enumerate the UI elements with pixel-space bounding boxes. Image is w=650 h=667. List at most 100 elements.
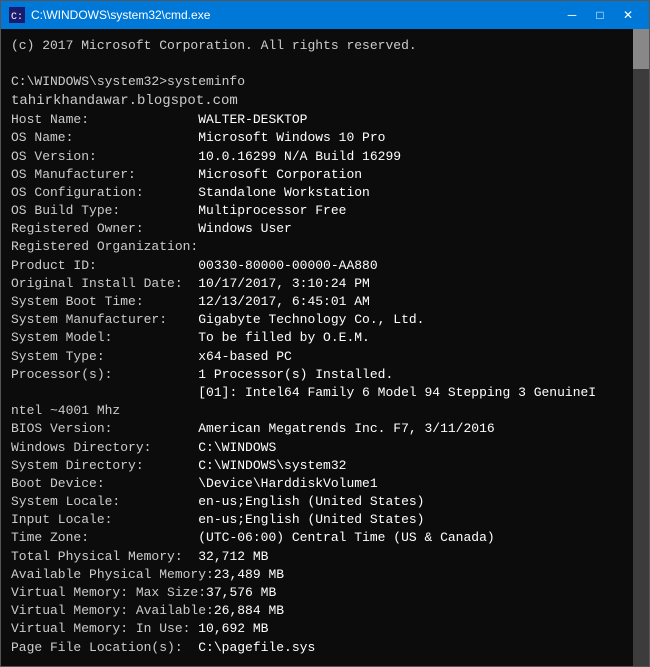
- info-label: Input Locale:: [11, 512, 198, 527]
- scrollbar[interactable]: [633, 29, 649, 666]
- watermark-text: tahirkhandawar.blogspot.com: [11, 93, 238, 109]
- info-label: Host Name:: [11, 112, 198, 127]
- info-value: Microsoft Corporation: [198, 167, 362, 182]
- info-label: Windows Directory:: [11, 440, 198, 455]
- info-value: 26,884 MB: [214, 603, 284, 618]
- info-label: System Type:: [11, 349, 198, 364]
- info-line: Registered Owner: Windows User: [11, 220, 623, 238]
- info-line: [01]: Intel64 Family 6 Model 94 Stepping…: [11, 384, 623, 402]
- info-value: 37,576 MB: [206, 585, 276, 600]
- info-label: Available Physical Memory:: [11, 567, 214, 582]
- svg-text:C:: C:: [11, 12, 23, 23]
- info-line: OS Configuration: Standalone Workstation: [11, 184, 623, 202]
- info-line: Virtual Memory: Available:26,884 MB: [11, 602, 623, 620]
- copyright-line: (c) 2017 Microsoft Corporation. All righ…: [11, 37, 623, 55]
- info-label: System Directory:: [11, 458, 198, 473]
- info-label: Virtual Memory: Max Size:: [11, 585, 206, 600]
- info-line: System Manufacturer: Gigabyte Technology…: [11, 311, 623, 329]
- cmd-icon: C:: [9, 7, 25, 23]
- info-value: en-us;English (United States): [198, 494, 424, 509]
- window-controls: ─ □ ✕: [559, 5, 641, 25]
- info-label: Page File Location(s):: [11, 640, 198, 655]
- info-line: System Locale: en-us;English (United Sta…: [11, 493, 623, 511]
- info-line: Page File Location(s): C:\pagefile.sys: [11, 639, 623, 657]
- info-label: Time Zone:: [11, 530, 198, 545]
- info-line: OS Build Type: Multiprocessor Free: [11, 202, 623, 220]
- prompt-line: C:\WINDOWS\system32>systeminfo: [11, 73, 623, 91]
- scrollbar-thumb[interactable]: [633, 29, 649, 69]
- minimize-button[interactable]: ─: [559, 5, 585, 25]
- info-line: System Type: x64-based PC: [11, 348, 623, 366]
- info-label: OS Manufacturer:: [11, 167, 198, 182]
- info-value: C:\WINDOWS\system32: [198, 458, 346, 473]
- title-bar: C: C:\WINDOWS\system32\cmd.exe ─ □ ✕: [1, 1, 649, 29]
- info-label: Original Install Date:: [11, 276, 198, 291]
- info-line: Virtual Memory: Max Size:37,576 MB: [11, 584, 623, 602]
- info-line: BIOS Version: American Megatrends Inc. F…: [11, 420, 623, 438]
- info-value: 10,692 MB: [198, 621, 268, 636]
- blank-line-1: [11, 55, 623, 73]
- info-value: 32,712 MB: [198, 549, 268, 564]
- systeminfo-output: Host Name: WALTER-DESKTOPOS Name: Micros…: [11, 111, 623, 658]
- info-label: Product ID:: [11, 258, 198, 273]
- info-value: 10.0.16299 N/A Build 16299: [198, 149, 401, 164]
- info-label: System Manufacturer:: [11, 312, 198, 327]
- info-line: Input Locale: en-us;English (United Stat…: [11, 511, 623, 529]
- info-label: System Locale:: [11, 494, 198, 509]
- console-content: (c) 2017 Microsoft Corporation. All righ…: [11, 37, 623, 658]
- prompt-text: C:\WINDOWS\system32>systeminfo: [11, 74, 245, 89]
- info-value: WALTER-DESKTOP: [198, 112, 307, 127]
- info-label: Virtual Memory: Available:: [11, 603, 214, 618]
- info-value: en-us;English (United States): [198, 512, 424, 527]
- info-value: C:\pagefile.sys: [198, 640, 315, 655]
- watermark-line: tahirkhandawar.blogspot.com: [11, 92, 623, 112]
- info-line: Processor(s): 1 Processor(s) Installed.: [11, 366, 623, 384]
- info-line: OS Manufacturer: Microsoft Corporation: [11, 166, 623, 184]
- info-line: Time Zone: (UTC-06:00) Central Time (US …: [11, 529, 623, 547]
- maximize-button[interactable]: □: [587, 5, 613, 25]
- info-line: Registered Organization:: [11, 238, 623, 256]
- info-line: ntel ~4001 Mhz: [11, 402, 623, 420]
- info-label: OS Version:: [11, 149, 198, 164]
- info-value: Microsoft Windows 10 Pro: [198, 130, 385, 145]
- info-line: Total Physical Memory: 32,712 MB: [11, 548, 623, 566]
- info-label: BIOS Version:: [11, 421, 198, 436]
- info-line: Available Physical Memory:23,489 MB: [11, 566, 623, 584]
- title-bar-left: C: C:\WINDOWS\system32\cmd.exe: [9, 7, 210, 23]
- info-continuation: [01]: Intel64 Family 6 Model 94 Stepping…: [11, 385, 596, 400]
- info-line: Domain: WORKGROUP: [11, 657, 623, 658]
- info-line: Original Install Date: 10/17/2017, 3:10:…: [11, 275, 623, 293]
- info-value: 12/13/2017, 6:45:01 AM: [198, 294, 370, 309]
- copyright-text: (c) 2017 Microsoft Corporation. All righ…: [11, 38, 417, 53]
- info-label: OS Configuration:: [11, 185, 198, 200]
- info-label: Boot Device:: [11, 476, 198, 491]
- info-line: OS Version: 10.0.16299 N/A Build 16299: [11, 148, 623, 166]
- info-value: \Device\HarddiskVolume1: [198, 476, 377, 491]
- info-line: Virtual Memory: In Use: 10,692 MB: [11, 620, 623, 638]
- window-title: C:\WINDOWS\system32\cmd.exe: [31, 8, 210, 22]
- cmd-window: C: C:\WINDOWS\system32\cmd.exe ─ □ ✕ (c)…: [0, 0, 650, 667]
- info-line: System Model: To be filled by O.E.M.: [11, 329, 623, 347]
- info-value: x64-based PC: [198, 349, 292, 364]
- info-value: To be filled by O.E.M.: [198, 330, 370, 345]
- info-line: Product ID: 00330-80000-00000-AA880: [11, 257, 623, 275]
- close-button[interactable]: ✕: [615, 5, 641, 25]
- info-line: Boot Device: \Device\HarddiskVolume1: [11, 475, 623, 493]
- info-value: 1 Processor(s) Installed.: [198, 367, 393, 382]
- info-value: Multiprocessor Free: [198, 203, 346, 218]
- info-value: (UTC-06:00) Central Time (US & Canada): [198, 530, 494, 545]
- console-area[interactable]: (c) 2017 Microsoft Corporation. All righ…: [1, 29, 649, 666]
- info-label: Registered Owner:: [11, 221, 198, 236]
- info-label: System Model:: [11, 330, 198, 345]
- info-label: OS Build Type:: [11, 203, 198, 218]
- info-value: Gigabyte Technology Co., Ltd.: [198, 312, 424, 327]
- info-label: System Boot Time:: [11, 294, 198, 309]
- info-line: Host Name: WALTER-DESKTOP: [11, 111, 623, 129]
- info-value: 00330-80000-00000-AA880: [198, 258, 377, 273]
- info-label: Virtual Memory: In Use:: [11, 621, 198, 636]
- info-line: System Boot Time: 12/13/2017, 6:45:01 AM: [11, 293, 623, 311]
- info-value: 10/17/2017, 3:10:24 PM: [198, 276, 370, 291]
- info-label: Processor(s):: [11, 367, 198, 382]
- info-label: OS Name:: [11, 130, 198, 145]
- info-value: C:\WINDOWS: [198, 440, 276, 455]
